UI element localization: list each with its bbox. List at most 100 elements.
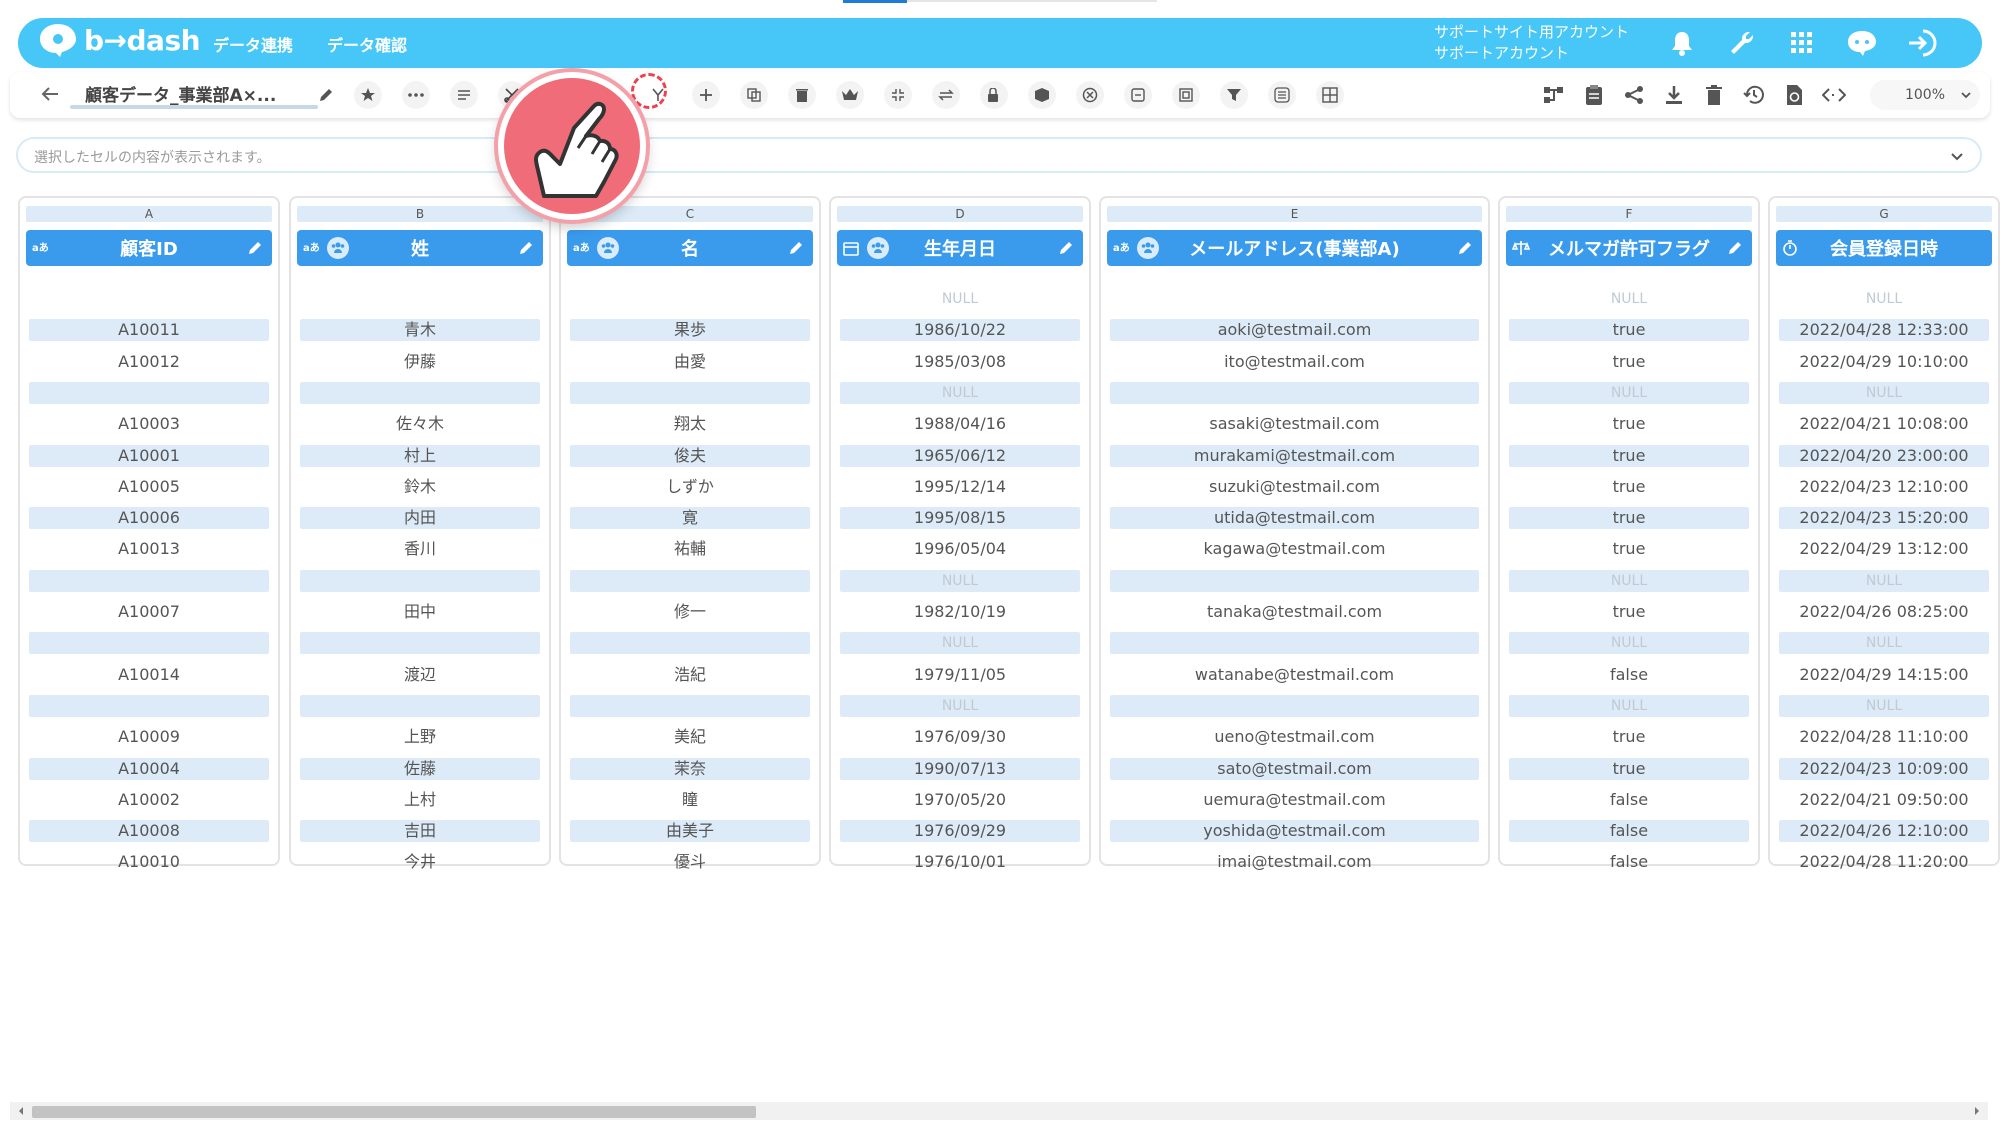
table-cell[interactable]: suzuki@testmail.com (1110, 476, 1479, 498)
table-cell[interactable]: uemura@testmail.com (1110, 789, 1479, 811)
compress-icon[interactable] (884, 81, 912, 109)
account-info[interactable]: サポートサイト用アカウント サポートアカウント (1434, 22, 1629, 64)
table-cell[interactable]: 2022/04/28 12:33:00 (1779, 319, 1989, 342)
column-header[interactable]: 生年月日 (837, 230, 1083, 266)
table-cell[interactable]: NULL (840, 569, 1080, 592)
table-cell[interactable]: 1985/03/08 (840, 351, 1080, 373)
table-grid-icon[interactable] (1316, 81, 1344, 109)
table-cell[interactable] (300, 288, 540, 310)
memo-lines-icon[interactable] (450, 81, 478, 109)
table-cell[interactable]: true (1509, 507, 1749, 530)
table-cell[interactable]: NULL (1779, 288, 1989, 310)
grid-apps-icon[interactable] (1784, 25, 1820, 61)
table-cell[interactable]: false (1509, 851, 1749, 873)
bell-icon[interactable] (1664, 25, 1700, 61)
table-cell[interactable]: NULL (840, 381, 1080, 404)
table-cell[interactable] (570, 694, 810, 717)
table-cell[interactable] (300, 381, 540, 404)
table-cell[interactable] (1110, 632, 1479, 655)
share-icon[interactable] (1620, 81, 1648, 109)
column-header[interactable]: メルマガ許可フラグ (1506, 230, 1752, 266)
favorite-star-icon[interactable] (354, 81, 382, 109)
table-cell[interactable]: 2022/04/21 10:08:00 (1779, 413, 1989, 435)
edit-pencil-icon[interactable] (1456, 239, 1474, 257)
file-refresh-icon[interactable] (1780, 81, 1808, 109)
table-cell[interactable]: 1995/08/15 (840, 507, 1080, 530)
table-cell[interactable]: true (1509, 538, 1749, 560)
table-cell[interactable]: A10012 (29, 351, 269, 373)
table-cell[interactable]: 2022/04/28 11:20:00 (1779, 851, 1989, 873)
table-cell[interactable] (1110, 288, 1479, 310)
table-cell[interactable]: A10004 (29, 757, 269, 780)
table-cell[interactable] (300, 632, 540, 655)
table-cell[interactable]: A10008 (29, 820, 269, 843)
table-cell[interactable]: ito@testmail.com (1110, 351, 1479, 373)
delete-icon[interactable] (1700, 81, 1728, 109)
close-circle-icon[interactable] (1076, 81, 1104, 109)
table-cell[interactable]: NULL (1779, 381, 1989, 404)
table-cell[interactable]: 祐輔 (570, 538, 810, 560)
column-header[interactable]: aあ メールアドレス(事業部A) (1107, 230, 1482, 266)
table-cell[interactable]: NULL (1779, 694, 1989, 717)
table-cell[interactable]: NULL (840, 694, 1080, 717)
table-cell[interactable]: true (1509, 413, 1749, 435)
table-cell[interactable]: NULL (1779, 632, 1989, 655)
table-cell[interactable]: 渡辺 (300, 664, 540, 686)
table-cell[interactable]: 寛 (570, 507, 810, 530)
table-cell[interactable]: true (1509, 757, 1749, 780)
table-cell[interactable]: 1979/11/05 (840, 664, 1080, 686)
table-cell[interactable] (29, 381, 269, 404)
table-cell[interactable]: aoki@testmail.com (1110, 319, 1479, 342)
table-cell[interactable] (1110, 569, 1479, 592)
table-cell[interactable]: murakami@testmail.com (1110, 444, 1479, 467)
table-cell[interactable] (1110, 694, 1479, 717)
table-cell[interactable]: NULL (1509, 632, 1749, 655)
table-cell[interactable]: 2022/04/29 13:12:00 (1779, 538, 1989, 560)
download-icon[interactable] (1660, 81, 1688, 109)
chevron-down-icon[interactable] (1948, 147, 1966, 165)
table-cell[interactable]: A10002 (29, 789, 269, 811)
table-cell[interactable] (29, 632, 269, 655)
table-cell[interactable]: 2022/04/26 08:25:00 (1779, 601, 1989, 623)
sheet-name[interactable]: 顧客データ_事業部A×... (85, 81, 276, 106)
wrench-icon[interactable] (1724, 25, 1760, 61)
table-cell[interactable]: 俊夫 (570, 444, 810, 467)
table-cell[interactable]: 茉奈 (570, 757, 810, 780)
table-cell[interactable]: true (1509, 476, 1749, 498)
table-cell[interactable]: 瞳 (570, 789, 810, 811)
clipboard-icon[interactable] (1580, 81, 1608, 109)
table-cell[interactable]: true (1509, 601, 1749, 623)
column-letter[interactable]: D (837, 206, 1083, 222)
table-cell[interactable]: NULL (840, 288, 1080, 310)
table-cell[interactable]: 内田 (300, 507, 540, 530)
table-cell[interactable]: 伊藤 (300, 351, 540, 373)
table-cell[interactable]: 香川 (300, 538, 540, 560)
zoom-select[interactable]: 100% (1870, 80, 1980, 110)
table-cell[interactable]: 1976/09/29 (840, 820, 1080, 843)
swap-arrows-icon[interactable] (932, 81, 960, 109)
table-cell[interactable]: 2022/04/29 10:10:00 (1779, 351, 1989, 373)
table-cell[interactable]: 1982/10/19 (840, 601, 1080, 623)
table-cell[interactable]: 果歩 (570, 319, 810, 342)
column-header[interactable]: aあ 姓 (297, 230, 543, 266)
table-cell[interactable]: false (1509, 664, 1749, 686)
table-cell[interactable]: NULL (1509, 694, 1749, 717)
more-options-icon[interactable] (402, 81, 430, 109)
table-cell[interactable] (570, 632, 810, 655)
edit-pencil-icon[interactable] (1057, 239, 1075, 257)
table-cell[interactable]: 1976/09/30 (840, 726, 1080, 748)
table-cell[interactable]: 翔太 (570, 413, 810, 435)
scrollbar-thumb[interactable] (32, 1106, 756, 1118)
flow-diagram-icon[interactable] (1540, 81, 1568, 109)
edit-name-pencil-icon[interactable] (312, 81, 340, 109)
table-cell[interactable]: 美紀 (570, 726, 810, 748)
add-plus-icon[interactable] (692, 81, 720, 109)
table-cell[interactable]: ueno@testmail.com (1110, 726, 1479, 748)
logo[interactable]: b→dash (38, 22, 201, 58)
crown-icon[interactable] (836, 81, 864, 109)
copy-icon[interactable] (740, 81, 768, 109)
table-cell[interactable]: A10007 (29, 601, 269, 623)
table-cell[interactable]: 1995/12/14 (840, 476, 1080, 498)
table-cell[interactable]: 1988/04/16 (840, 413, 1080, 435)
table-cell[interactable]: 2022/04/23 12:10:00 (1779, 476, 1989, 498)
